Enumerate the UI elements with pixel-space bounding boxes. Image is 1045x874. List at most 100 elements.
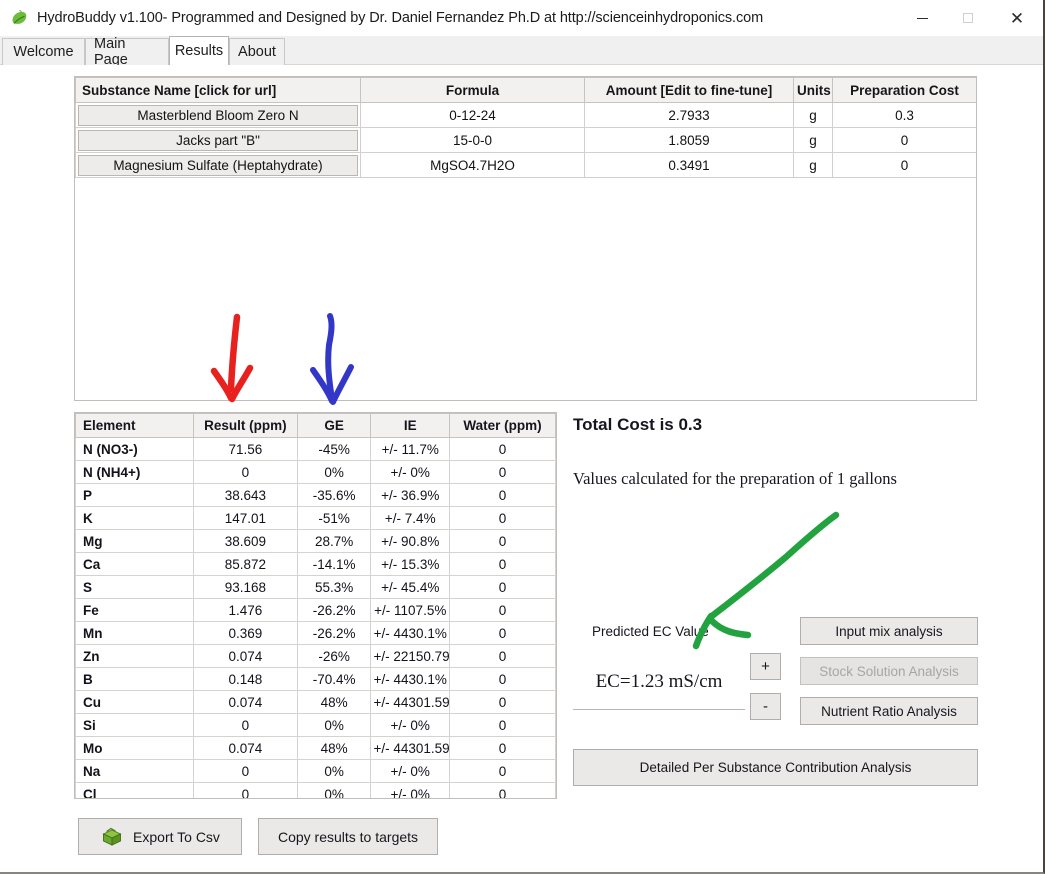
substance-name-button[interactable]: Masterblend Bloom Zero N xyxy=(78,104,358,126)
element-ie: +/- 0% xyxy=(370,759,451,783)
tab-about[interactable]: About xyxy=(229,38,285,65)
tab-main-page[interactable]: Main Page xyxy=(85,36,169,68)
element-result-ppm: 71.56 xyxy=(192,437,298,461)
element-water-ppm: 0 xyxy=(449,460,556,484)
substance-cost: 0 xyxy=(832,152,976,178)
input-mix-analysis-button[interactable]: Input mix analysis xyxy=(800,617,978,645)
element-name-cell: Mg xyxy=(75,529,194,553)
element-result-ppm: 0.074 xyxy=(192,736,298,760)
predicted-ec-field[interactable]: EC=1.23 mS/cm xyxy=(573,655,745,710)
window-controls: ✕ xyxy=(899,0,1043,36)
element-water-ppm: 0 xyxy=(449,575,556,599)
element-name-cell: Ca xyxy=(75,552,194,576)
th-ie: IE xyxy=(370,413,451,438)
table-row: Mn 0.369 -26.2% +/- 4430.1% 0 xyxy=(75,621,556,645)
close-button[interactable]: ✕ xyxy=(991,0,1043,36)
element-water-ppm: 0 xyxy=(449,713,556,737)
element-water-ppm: 0 xyxy=(449,690,556,714)
tab-results[interactable]: Results xyxy=(169,36,229,65)
element-name-cell: Mo xyxy=(75,736,194,760)
element-name-cell: B xyxy=(75,667,194,691)
element-name-cell: Zn xyxy=(75,644,194,668)
element-ge: -51% xyxy=(296,506,372,530)
element-result-ppm: 0 xyxy=(192,759,298,783)
th-element: Element xyxy=(75,413,194,438)
element-result-ppm: 0 xyxy=(192,713,298,737)
element-water-ppm: 0 xyxy=(449,644,556,668)
nutrient-ratio-analysis-button[interactable]: Nutrient Ratio Analysis xyxy=(800,697,978,725)
table-row: Mo 0.074 48% +/- 44301.59 0 xyxy=(75,736,556,760)
element-ie: +/- 0% xyxy=(370,460,451,484)
substance-formula: 15-0-0 xyxy=(360,127,585,153)
results-panel: Substance Name [click for url] Formula A… xyxy=(0,65,1043,872)
substance-name-cell: Magnesium Sulfate (Heptahydrate) xyxy=(75,152,361,178)
element-ge: -26% xyxy=(296,644,372,668)
substance-table-container: Substance Name [click for url] Formula A… xyxy=(74,76,977,401)
element-table-container[interactable]: Element Result (ppm) GE IE Water (ppm) N… xyxy=(74,412,557,799)
leaf-icon xyxy=(8,7,30,29)
detailed-contribution-button[interactable]: Detailed Per Substance Contribution Anal… xyxy=(573,749,978,786)
element-result-ppm: 85.872 xyxy=(192,552,298,576)
element-name-cell: Fe xyxy=(75,598,194,622)
substance-units: g xyxy=(793,102,833,128)
element-water-ppm: 0 xyxy=(449,736,556,760)
substance-name-button[interactable]: Magnesium Sulfate (Heptahydrate) xyxy=(78,154,358,176)
element-ie: +/- 22150.79 xyxy=(370,644,451,668)
th-prep-cost: Preparation Cost xyxy=(832,77,976,103)
table-row: Magnesium Sulfate (Heptahydrate) MgSO4.7… xyxy=(75,152,976,178)
table-row: B 0.148 -70.4% +/- 4430.1% 0 xyxy=(75,667,556,691)
element-result-ppm: 38.609 xyxy=(192,529,298,553)
close-icon: ✕ xyxy=(1009,8,1025,28)
ec-increase-button[interactable]: + xyxy=(750,653,781,680)
element-name-cell: Cl xyxy=(75,782,194,798)
element-water-ppm: 0 xyxy=(449,759,556,783)
element-ie: +/- 36.9% xyxy=(370,483,451,507)
substance-amount[interactable]: 0.3491 xyxy=(584,152,794,178)
predicted-ec-label: Predicted EC Value xyxy=(592,624,709,639)
maximize-icon xyxy=(963,13,973,23)
maximize-button[interactable] xyxy=(945,0,991,36)
substance-table: Substance Name [click for url] Formula A… xyxy=(75,77,976,178)
th-units: Units xyxy=(793,77,833,103)
element-result-ppm: 38.643 xyxy=(192,483,298,507)
element-ie: +/- 7.4% xyxy=(370,506,451,530)
element-ge: -14.1% xyxy=(296,552,372,576)
table-row: P 38.643 -35.6% +/- 36.9% 0 xyxy=(75,483,556,507)
element-water-ppm: 0 xyxy=(449,552,556,576)
table-row: Si 0 0% +/- 0% 0 xyxy=(75,713,556,737)
element-ge: 0% xyxy=(296,759,372,783)
element-ge: 0% xyxy=(296,782,372,798)
export-to-csv-button[interactable]: Export To Csv xyxy=(78,818,242,855)
element-ge: 28.7% xyxy=(296,529,372,553)
ec-decrease-button[interactable]: - xyxy=(750,693,781,720)
table-row: Na 0 0% +/- 0% 0 xyxy=(75,759,556,783)
substance-formula: 0-12-24 xyxy=(360,102,585,128)
green-box-icon xyxy=(100,826,124,848)
element-name-cell: Cu xyxy=(75,690,194,714)
substance-amount[interactable]: 2.7933 xyxy=(584,102,794,128)
element-ge: 48% xyxy=(296,736,372,760)
element-ge: -35.6% xyxy=(296,483,372,507)
copy-results-to-targets-button[interactable]: Copy results to targets xyxy=(258,818,438,855)
element-result-ppm: 1.476 xyxy=(192,598,298,622)
substance-amount[interactable]: 1.8059 xyxy=(584,127,794,153)
table-row: Zn 0.074 -26% +/- 22150.79 0 xyxy=(75,644,556,668)
table-row: N (NH4+) 0 0% +/- 0% 0 xyxy=(75,460,556,484)
element-ie: +/- 4430.1% xyxy=(370,667,451,691)
element-ie: +/- 4430.1% xyxy=(370,621,451,645)
element-ie: +/- 0% xyxy=(370,782,451,798)
element-ie: +/- 44301.59 xyxy=(370,690,451,714)
element-water-ppm: 0 xyxy=(449,621,556,645)
substance-name-button[interactable]: Jacks part "B" xyxy=(78,129,358,151)
table-row: K 147.01 -51% +/- 7.4% 0 xyxy=(75,506,556,530)
element-ie: +/- 11.7% xyxy=(370,437,451,461)
element-water-ppm: 0 xyxy=(449,598,556,622)
table-row: Ca 85.872 -14.1% +/- 15.3% 0 xyxy=(75,552,556,576)
substance-units: g xyxy=(793,152,833,178)
tab-welcome[interactable]: Welcome xyxy=(2,38,85,65)
element-water-ppm: 0 xyxy=(449,437,556,461)
minimize-button[interactable] xyxy=(899,0,945,36)
substance-units: g xyxy=(793,127,833,153)
element-ge: 48% xyxy=(296,690,372,714)
element-name-cell: K xyxy=(75,506,194,530)
